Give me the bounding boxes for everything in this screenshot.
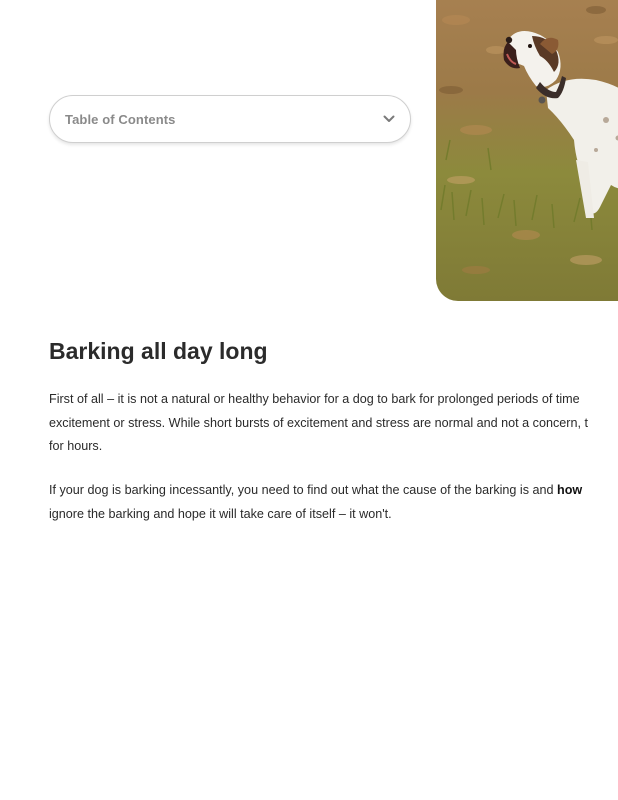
article-heading: Barking all day long	[49, 338, 268, 364]
paragraph-1-line: excitement or stress. While short bursts…	[49, 415, 588, 430]
paragraph-2-line: ignore the barking and hope it will take…	[49, 506, 392, 521]
page: Table of Contents Barking all day long F…	[0, 0, 618, 800]
article-paragraph-2: If your dog is barking incessantly, you …	[49, 479, 618, 526]
paragraph-2-text: If your dog is barking incessantly, you …	[49, 483, 558, 497]
article-paragraph-1: First of all – it is not a natural or he…	[49, 388, 618, 459]
chevron-down-icon[interactable]	[382, 112, 396, 126]
table-of-contents-dropdown[interactable]: Table of Contents	[49, 95, 411, 143]
paragraph-2-bold-text: how	[557, 483, 583, 497]
paragraph-1-line: for hours.	[49, 439, 103, 453]
hero-photo-barking-dog	[436, 0, 618, 301]
paragraph-1-line: First of all – it is not a natural or he…	[49, 392, 580, 406]
toc-label: Table of Contents	[65, 111, 176, 127]
paragraph-2-line: If your dog is barking incessantly, you …	[49, 479, 618, 503]
